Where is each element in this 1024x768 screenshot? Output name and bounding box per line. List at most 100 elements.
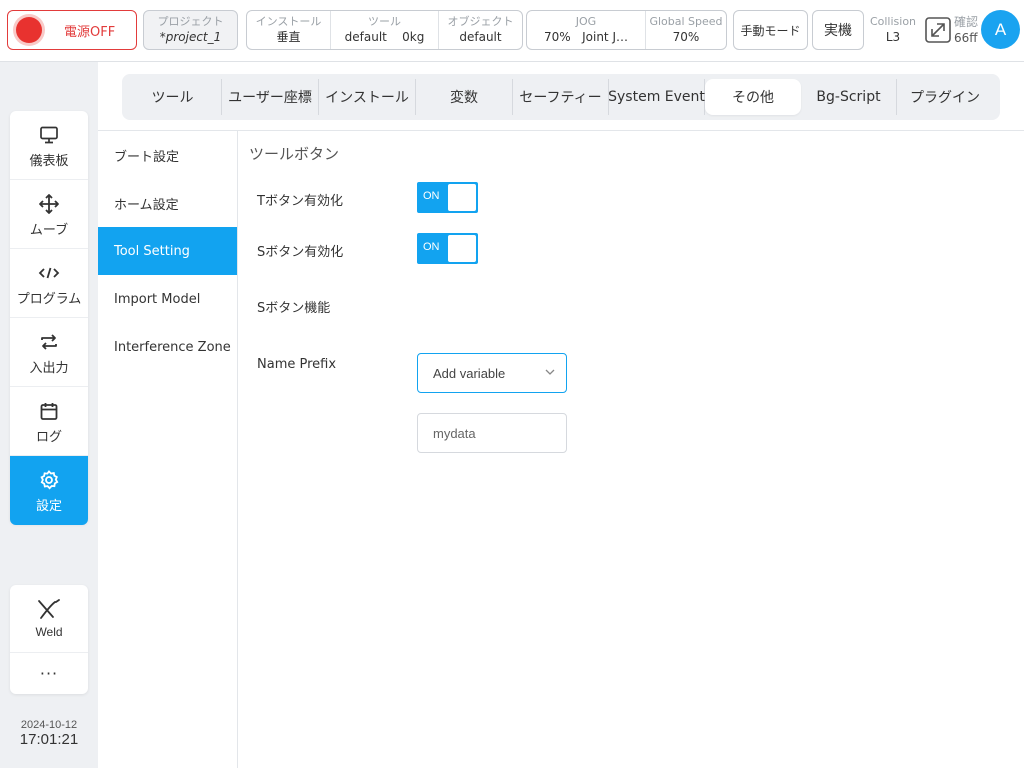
other-settings-menu: ブート設定 ホーム設定 Tool Setting Import Model In… bbox=[98, 131, 238, 768]
swap-arrows-icon bbox=[39, 329, 59, 355]
more-options-button[interactable]: ··· bbox=[10, 653, 88, 693]
s-button-enable-toggle[interactable]: ON bbox=[417, 233, 478, 264]
collision-level[interactable]: Collision L3 bbox=[868, 14, 918, 45]
nav-label-settings: 設定 bbox=[35, 499, 62, 514]
chevron-down-icon bbox=[544, 366, 556, 381]
s-button-toggle-state: ON bbox=[423, 241, 440, 253]
nav-label-dashboard: 儀表板 bbox=[29, 153, 69, 169]
project-selector[interactable]: プロジェクト *project_1 bbox=[143, 10, 238, 50]
move-arrows-icon bbox=[38, 191, 60, 217]
calendar-icon bbox=[39, 398, 59, 424]
jog-title: JOG bbox=[575, 15, 597, 28]
nav-item-io[interactable]: 入出力 bbox=[10, 318, 88, 387]
plugin-navigation: Weld ··· bbox=[10, 585, 88, 694]
tool-field[interactable]: ツール default 0kg bbox=[331, 11, 439, 49]
real-machine-button[interactable]: 実機 bbox=[812, 10, 864, 50]
nav-label-move: ムーブ bbox=[29, 222, 69, 238]
code-icon bbox=[38, 260, 60, 286]
power-indicator-icon bbox=[16, 17, 42, 43]
t-button-enable-label: Tボタン有効化 bbox=[257, 194, 343, 209]
project-title: プロジェクト bbox=[157, 15, 224, 28]
tool-name: default bbox=[344, 30, 387, 44]
tab-system-event[interactable]: System Event bbox=[608, 79, 705, 115]
menu-item-interference-zone[interactable]: Interference Zone bbox=[98, 323, 237, 371]
nav-item-settings[interactable]: 設定 bbox=[10, 456, 88, 525]
menu-item-boot-settings[interactable]: ブート設定 bbox=[98, 131, 237, 179]
current-date: 2024-10-12 bbox=[20, 719, 78, 731]
jog-speed: 70% bbox=[543, 30, 571, 44]
collision-title: Collision bbox=[869, 15, 917, 28]
tool-setting-content: ツールボタン Tボタン有効化 ON Sボタン有効化 ON Sボタン機能 Add … bbox=[238, 131, 1024, 768]
tool-weight: 0kg bbox=[402, 30, 425, 44]
install-value: 垂直 bbox=[276, 30, 301, 44]
tab-safety[interactable]: セーフティー bbox=[513, 79, 609, 115]
s-button-enable-label: Sボタン有効化 bbox=[257, 245, 344, 260]
manual-mode-button[interactable]: 手動モード bbox=[733, 10, 808, 50]
tab-tool[interactable]: ツール bbox=[124, 79, 222, 115]
tool-value: default 0kg bbox=[345, 29, 425, 45]
confirm-value: 66ff bbox=[954, 31, 978, 45]
object-title: オブジェクト bbox=[447, 15, 514, 28]
menu-item-tool-setting[interactable]: Tool Setting bbox=[98, 227, 237, 275]
nav-item-program[interactable]: プログラム bbox=[10, 249, 88, 318]
s-button-function-label: Sボタン機能 bbox=[257, 301, 331, 316]
top-status-bar: 電源OFF プロジェクト *project_1 インストール 垂直 ツール de… bbox=[0, 0, 1024, 62]
user-avatar[interactable]: A bbox=[981, 10, 1020, 49]
name-prefix-label: Name Prefix bbox=[257, 357, 337, 372]
settings-tab-bar: ツール ユーザー座標 インストール 変数 セーフティー System Event… bbox=[122, 74, 1000, 120]
nav-item-move[interactable]: ムーブ bbox=[10, 180, 88, 249]
tab-user-coordinates[interactable]: ユーザー座標 bbox=[222, 79, 319, 115]
current-time: 17:01:21 bbox=[19, 731, 79, 748]
nav-label-io: 入出力 bbox=[29, 360, 69, 376]
jog-mode: Joint J… bbox=[582, 30, 628, 44]
global-speed-value: 70% bbox=[672, 30, 700, 44]
menu-item-import-model[interactable]: Import Model bbox=[98, 275, 237, 323]
nav-item-weld[interactable]: Weld bbox=[10, 585, 88, 653]
tab-bg-script[interactable]: Bg-Script bbox=[801, 79, 897, 115]
confirm-status: 確認 66ff bbox=[954, 14, 978, 46]
global-speed-field[interactable]: Global Speed 70% bbox=[646, 11, 726, 49]
jog-field[interactable]: JOG 70% Joint J… bbox=[527, 11, 646, 49]
settings-main-panel: ツール ユーザー座標 インストール 変数 セーフティー System Event… bbox=[98, 62, 1024, 768]
object-field[interactable]: オブジェクト default bbox=[439, 11, 522, 49]
install-field[interactable]: インストール 垂直 bbox=[247, 11, 331, 49]
confirm-title: 確認 bbox=[954, 15, 979, 29]
tab-other[interactable]: その他 bbox=[705, 79, 801, 115]
jog-speed-panel[interactable]: JOG 70% Joint J… Global Speed 70% bbox=[526, 10, 727, 50]
gear-icon bbox=[39, 467, 59, 493]
more-dots-icon: ··· bbox=[39, 663, 59, 683]
toggle-knob bbox=[448, 184, 476, 211]
nav-label-program: プログラム bbox=[16, 291, 82, 307]
power-button[interactable]: 電源OFF bbox=[7, 10, 137, 50]
install-title: インストール bbox=[255, 15, 322, 28]
tab-variables[interactable]: 変数 bbox=[416, 79, 513, 115]
tool-title: ツール bbox=[368, 15, 401, 28]
section-title: ツールボタン bbox=[249, 145, 340, 163]
expand-icon[interactable] bbox=[924, 16, 952, 44]
monitor-icon bbox=[39, 122, 59, 148]
name-prefix-input[interactable]: mydata bbox=[417, 413, 567, 453]
global-speed-title: Global Speed bbox=[649, 15, 723, 28]
nav-item-log[interactable]: ログ bbox=[10, 387, 88, 456]
collision-value: L3 bbox=[885, 30, 901, 44]
name-prefix-value: mydata bbox=[433, 425, 476, 441]
jog-value: 70% Joint J… bbox=[544, 29, 628, 45]
t-button-enable-toggle[interactable]: ON bbox=[417, 182, 478, 213]
s-button-function-select[interactable]: Add variable bbox=[417, 353, 567, 393]
power-label: 電源OFF bbox=[64, 24, 116, 40]
menu-item-home-settings[interactable]: ホーム設定 bbox=[98, 179, 237, 227]
t-button-toggle-state: ON bbox=[423, 190, 440, 202]
object-value: default bbox=[459, 30, 502, 44]
nav-item-dashboard[interactable]: 儀表板 bbox=[10, 111, 88, 180]
install-tool-object-panel[interactable]: インストール 垂直 ツール default 0kg オブジェクト default bbox=[246, 10, 523, 50]
weld-torch-icon bbox=[35, 598, 63, 625]
toggle-knob bbox=[448, 235, 476, 262]
main-navigation: 儀表板 ムーブ プログラム 入出力 ログ 設定 bbox=[10, 111, 88, 525]
s-button-function-value: Add variable bbox=[433, 365, 506, 381]
datetime-display: 2024-10-12 17:01:21 bbox=[10, 719, 88, 748]
tab-install[interactable]: インストール bbox=[319, 79, 416, 115]
tab-plugins[interactable]: プラグイン bbox=[897, 79, 993, 115]
nav-label-weld: Weld bbox=[35, 625, 63, 639]
project-name: *project_1 bbox=[159, 30, 222, 44]
nav-label-log: ログ bbox=[35, 429, 62, 445]
